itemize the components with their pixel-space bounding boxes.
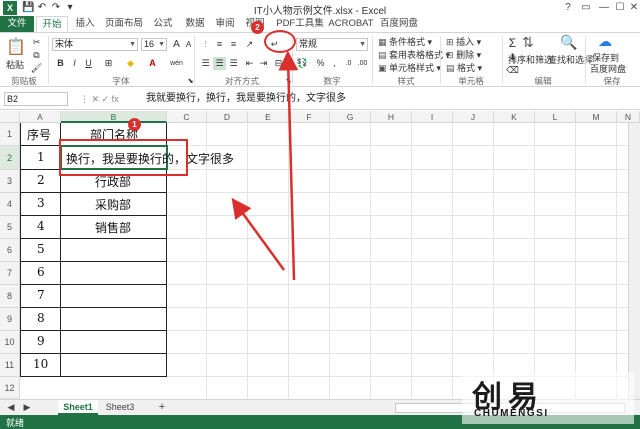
add-sheet-button[interactable]: + [154,400,170,415]
scroll-right-icon[interactable]: ▶ [20,400,34,415]
watermark-english: CHUMENGSI [474,408,549,419]
scroll-left-icon[interactable]: ◀ [4,400,18,415]
annotation-arrows [231,50,299,281]
status-text: 就绪 [6,418,25,428]
watermark-logo: 创易 CHUMENGSI [462,372,634,424]
arrow-to-cell [231,197,286,271]
sheet-tab-sheet3[interactable]: Sheet3 [100,400,140,415]
sheet-tab-sheet1[interactable]: Sheet1 [58,400,98,415]
arrow-to-wrap-text [278,50,299,281]
